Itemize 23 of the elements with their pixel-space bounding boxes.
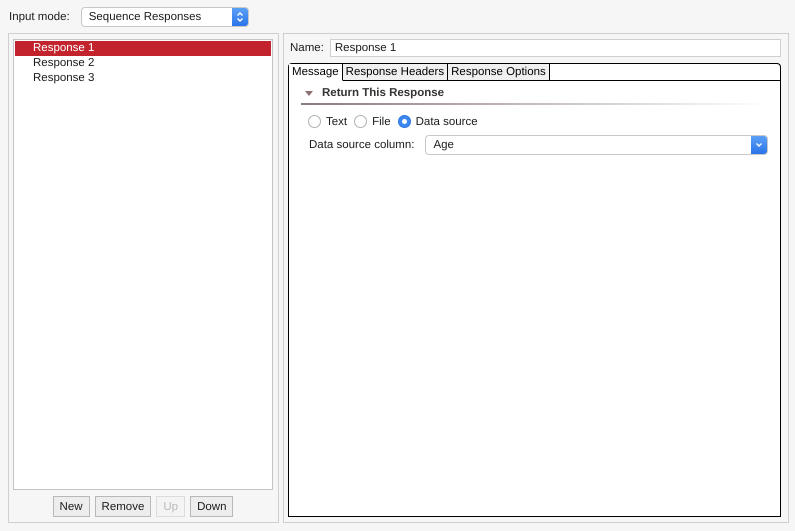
radio-option[interactable]: Data source xyxy=(398,115,478,128)
section-heading: Return This Response xyxy=(322,87,444,99)
list-button[interactable]: New xyxy=(52,496,90,517)
input-mode-dropdown[interactable]: Sequence Responses xyxy=(80,7,249,27)
tab[interactable]: Message xyxy=(289,64,343,81)
response-list-item[interactable]: Response 3 xyxy=(15,71,271,86)
data-source-column-label: Data source column: xyxy=(309,139,414,151)
name-label: Name: xyxy=(290,42,324,54)
list-button[interactable]: Remove xyxy=(94,496,152,517)
chevron-down-icon xyxy=(751,136,767,154)
radio-option[interactable]: Text xyxy=(308,115,348,128)
tab[interactable]: Response Headers xyxy=(342,64,448,81)
response-list-item[interactable]: Response 2 xyxy=(15,56,271,71)
radio-option[interactable]: File xyxy=(354,115,391,128)
list-button[interactable]: Down xyxy=(190,496,234,517)
stepper-icon xyxy=(232,8,248,26)
name-field[interactable]: Response 1 xyxy=(330,39,781,57)
list-button: Up xyxy=(156,496,186,517)
data-source-column-dropdown[interactable]: Age xyxy=(425,135,768,155)
collapse-triangle-icon[interactable] xyxy=(305,90,313,96)
tab[interactable]: Response Options xyxy=(448,64,550,81)
input-mode-label: Input mode: xyxy=(9,11,70,23)
response-list-item[interactable]: Response 1 xyxy=(15,41,271,56)
